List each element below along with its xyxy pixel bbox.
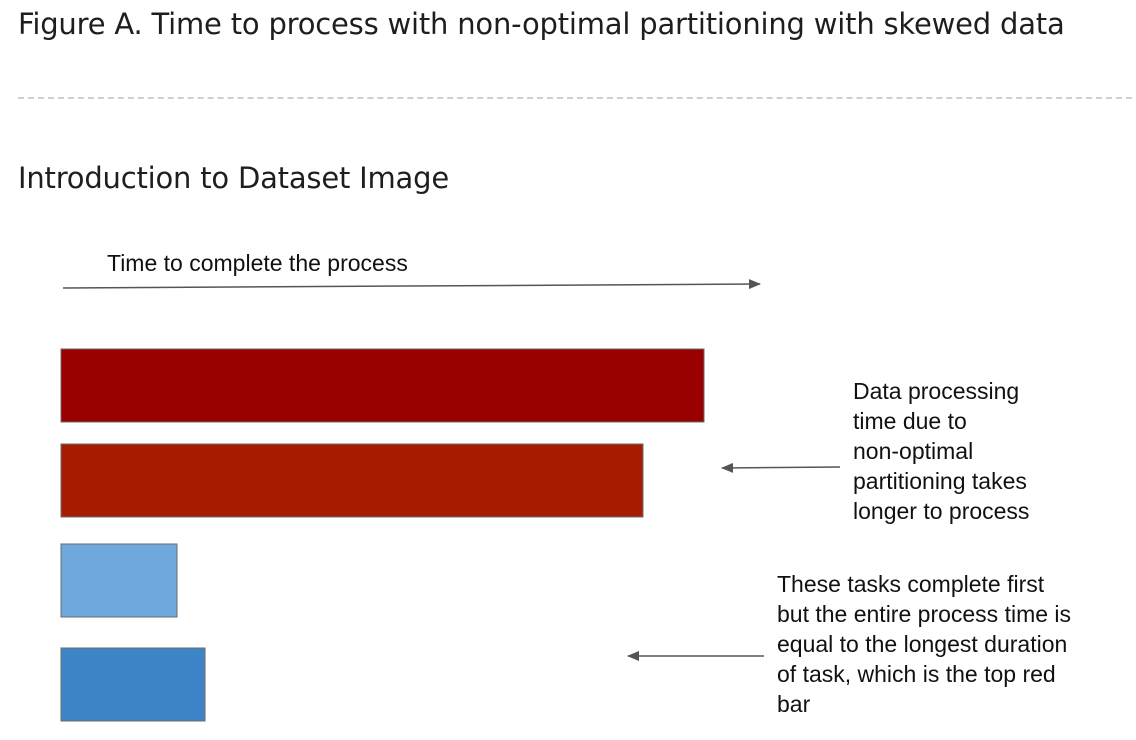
annotation-line: bar [777,691,811,717]
time-axis-arrow [62,279,761,290]
annotation-line: longer to process [853,498,1029,524]
annotation-top-text: Data processing time due to non-optimal par… [853,378,1029,524]
annotation-line: but the entire process time is [777,601,1071,627]
bar-task-4 [60,647,206,722]
annotation-line: partitioning takes [853,468,1027,494]
time-axis-label: Time to complete the process [107,250,408,276]
section-heading: Introduction to Dataset Image [18,161,449,195]
annotation-line: Data processing [853,378,1019,404]
dashed-divider [18,97,1132,99]
bar-task-2 [60,443,644,518]
bar-task-3 [60,543,178,618]
annotation-line: equal to the longest duration [777,631,1067,657]
figure-caption: Figure A. Time to process with non-optim… [18,7,1065,41]
annotation-bottom-text: These tasks complete first but the entire… [777,571,1071,717]
task-bars [60,348,705,722]
annotation-line: non-optimal [853,438,973,464]
annotation-line: time due to [853,408,967,434]
annotation-line: These tasks complete first [777,571,1045,597]
annotation-line: of task, which is the top red [777,661,1056,687]
bar-task-1 [60,348,705,423]
annotation-top-arrow [721,462,841,473]
partitioning-diagram: Time to complete the process Data proces… [60,250,1071,722]
